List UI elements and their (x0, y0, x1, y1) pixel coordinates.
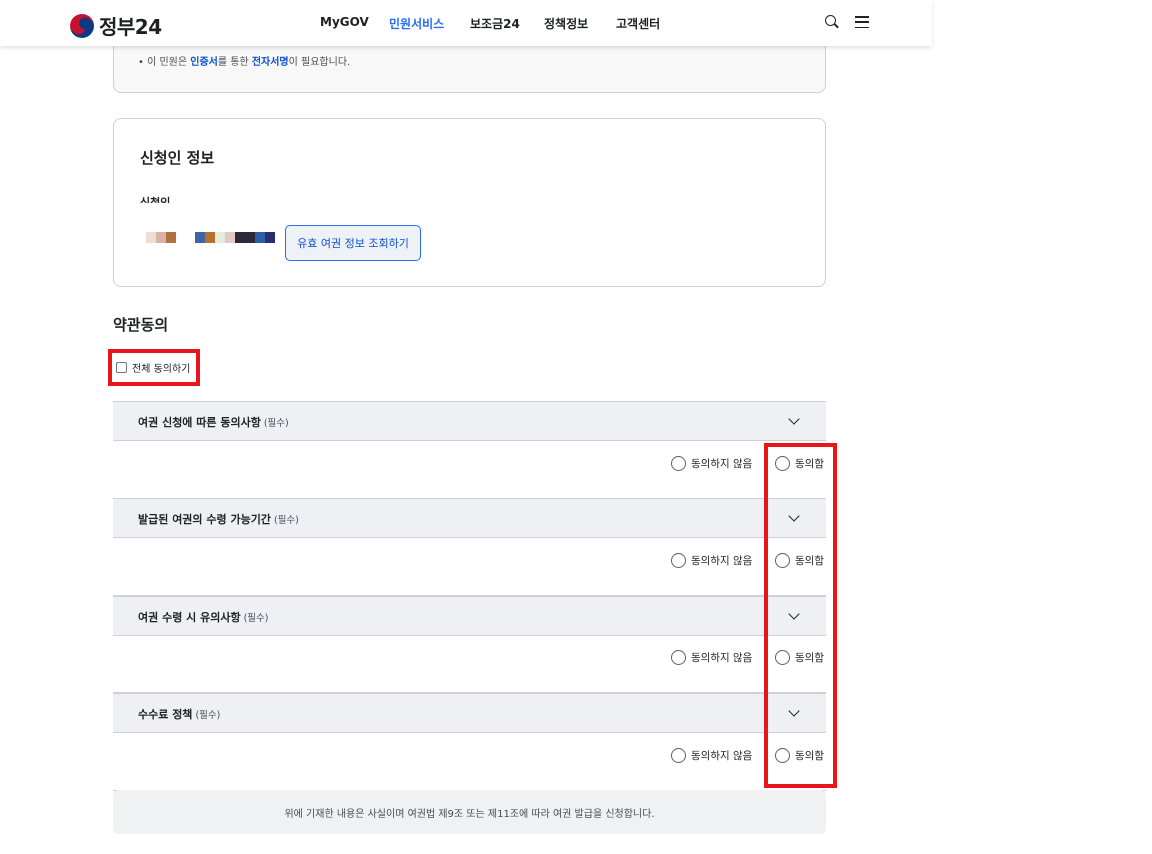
disagree-option-2[interactable]: 동의하지 않음 (671, 553, 752, 568)
nav-subsidy[interactable]: 보조금24 (470, 15, 520, 32)
disagree-radio-2[interactable] (671, 553, 686, 568)
terms-options-3: 동의하지 않음 동의함 (113, 635, 826, 693)
agree-option-1[interactable]: 동의함 (775, 456, 824, 471)
terms-accordion-3[interactable]: 여권 수령 시 유의사항 (필수) (113, 596, 826, 636)
passport-lookup-button[interactable]: 유효 여권 정보 조회하기 (285, 225, 421, 261)
chevron-down-icon[interactable] (788, 705, 800, 717)
terms-title-3: 여권 수령 시 유의사항 (필수) (138, 611, 269, 624)
agree-all-checkbox[interactable] (116, 362, 127, 373)
applicant-section-title: 신청인 정보 (140, 149, 215, 167)
terms-options-4: 동의하지 않음 동의함 (113, 733, 826, 791)
site-header: 정부24 MyGOV 민원서비스 보조금24 정책정보 고객센터 (0, 0, 932, 46)
terms-title-2: 발급된 여권의 수령 가능기간 (필수) (138, 513, 299, 526)
terms-accordion-2[interactable]: 발급된 여권의 수령 가능기간 (필수) (113, 498, 826, 538)
agree-radio-3[interactable] (775, 650, 790, 665)
terms-accordion-1[interactable]: 여권 신청에 따른 동의사항 (필수) (113, 401, 826, 441)
applicant-info-box: 신청인 정보 신청인 유효 여권 정보 조회하기 (113, 118, 826, 287)
applicant-label: 신청인 (140, 196, 171, 203)
terms-title-4: 수수료 정책 (필수) (138, 708, 221, 721)
chevron-down-icon[interactable] (788, 413, 800, 425)
agree-all-label: 전체 동의하기 (132, 364, 191, 375)
masked-name (146, 232, 176, 243)
nav-customer-center[interactable]: 고객센터 (616, 15, 660, 32)
agree-option-3[interactable]: 동의함 (775, 650, 824, 665)
declaration-text: 위에 기재한 내용은 사실이며 여권법 제9조 또는 제11조에 따라 여권 발… (113, 790, 826, 834)
chevron-down-icon[interactable] (788, 608, 800, 620)
disagree-option-1[interactable]: 동의하지 않음 (671, 456, 752, 471)
disagree-radio-3[interactable] (671, 650, 686, 665)
agree-radio-1[interactable] (775, 456, 790, 471)
search-icon[interactable] (825, 15, 839, 29)
chevron-down-icon[interactable] (788, 510, 800, 522)
disagree-option-4[interactable]: 동의하지 않음 (671, 748, 752, 763)
agree-option-2[interactable]: 동의함 (775, 553, 824, 568)
terms-title: 약관동의 (113, 316, 169, 334)
disagree-radio-1[interactable] (671, 456, 686, 471)
nav-mygov[interactable]: MyGOV (320, 15, 369, 29)
nav-policy[interactable]: 정책정보 (544, 15, 588, 32)
terms-accordion-4[interactable]: 수수료 정책 (필수) (113, 693, 826, 733)
terms-options-1: 동의하지 않음 동의함 (113, 441, 826, 499)
agree-radio-2[interactable] (775, 553, 790, 568)
nav-civil-service[interactable]: 민원서비스 (389, 15, 444, 32)
disagree-option-3[interactable]: 동의하지 않음 (671, 650, 752, 665)
terms-title-1: 여권 신청에 따른 동의사항 (필수) (138, 416, 289, 429)
agree-radio-4[interactable] (775, 748, 790, 763)
disagree-radio-4[interactable] (671, 748, 686, 763)
main-nav: MyGOV 민원서비스 보조금24 정책정보 고객센터 (0, 15, 932, 31)
terms-options-2: 동의하지 않음 동의함 (113, 538, 826, 596)
masked-id (195, 232, 275, 243)
hamburger-menu-icon[interactable] (855, 16, 869, 28)
signature-notice: • 이 민원은 인증서를 통한 전자서명이 필요합니다. (138, 57, 351, 68)
agree-all-option[interactable]: 전체 동의하기 (108, 349, 200, 386)
agree-option-4[interactable]: 동의함 (775, 748, 824, 763)
header-actions (825, 15, 869, 29)
